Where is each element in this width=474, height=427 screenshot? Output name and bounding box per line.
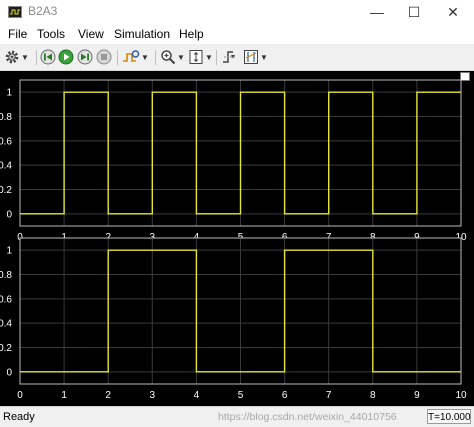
step-forward-button[interactable]: [77, 48, 93, 66]
y-tick-label: 0.2: [0, 343, 12, 354]
y-tick-label: 0.2: [0, 185, 12, 196]
chevron-down-icon: ▼: [141, 52, 149, 62]
watermark-text: https://blog.csdn.net/weixin_44010756: [218, 411, 397, 423]
chevron-down-icon: ▼: [260, 52, 268, 62]
x-tick-label: 3: [150, 390, 156, 401]
x-tick-label: 7: [326, 390, 332, 401]
highlight-signal-button[interactable]: ▼: [122, 48, 149, 66]
status-bar: Ready https://blog.csdn.net/weixin_44010…: [0, 406, 474, 427]
triggers-icon: [223, 51, 236, 63]
x-tick-label: 4: [194, 390, 200, 401]
chevron-down-icon: ▼: [21, 52, 29, 62]
step-back-icon: [40, 49, 56, 65]
y-tick-label: 0.6: [0, 136, 12, 147]
settings-button[interactable]: ▼: [4, 48, 29, 66]
highlight-signal-icon: [123, 50, 140, 62]
y-tick-label: 0.6: [0, 294, 12, 305]
cursor-measurements-icon: [244, 50, 258, 64]
y-tick-label: 0.8: [0, 112, 12, 123]
y-tick-label: 0.8: [0, 270, 12, 281]
gear-icon: [5, 50, 19, 64]
menu-bar: File Tools View Simulation Help: [0, 24, 474, 44]
menu-file[interactable]: File: [8, 27, 27, 41]
menu-simulation[interactable]: Simulation: [114, 27, 170, 41]
status-text: Ready: [3, 411, 35, 423]
scope-app-icon: [8, 6, 22, 18]
minimize-button[interactable]: —: [360, 0, 394, 24]
y-tick-label: 1: [6, 246, 12, 257]
title-bar: B2A3 — ☐ ✕: [0, 0, 474, 24]
simulation-time: T=10.000: [427, 409, 471, 424]
toolbar-separator: [117, 50, 118, 65]
autoscale-icon: [189, 50, 203, 64]
menu-tools[interactable]: Tools: [37, 27, 65, 41]
triggers-button[interactable]: [222, 48, 238, 66]
scope-plot-bottom[interactable]: 0 1 2 3 4 5 6 7 8 9 10 0 0.2 0.4 0.6 0.8 1: [0, 236, 474, 406]
maximize-button[interactable]: ☐: [397, 0, 431, 24]
step-back-button[interactable]: [40, 48, 56, 66]
y-tick-label: 0: [6, 367, 12, 378]
menu-view[interactable]: View: [78, 27, 104, 41]
y-tick-label: 0.4: [0, 319, 12, 330]
x-tick-label: 10: [455, 390, 467, 401]
scope-plot-top[interactable]: 0 1 2 3 4 5 6 7 8 9 1000.20.40.60.81: [0, 78, 474, 244]
y-tick-label: 1: [6, 88, 12, 99]
stop-button[interactable]: [96, 48, 112, 66]
close-button[interactable]: ✕: [436, 0, 470, 24]
x-tick-label: 8: [370, 390, 376, 401]
stop-icon: [96, 49, 112, 65]
x-tick-label: 1: [61, 390, 67, 401]
menu-help[interactable]: Help: [179, 27, 204, 41]
x-tick-label: 2: [105, 390, 111, 401]
step-forward-icon: [77, 49, 93, 65]
window-title: B2A3: [28, 4, 58, 18]
chevron-down-icon: ▼: [205, 52, 213, 62]
cursor-measurements-button[interactable]: ▼: [243, 48, 268, 66]
x-tick-label: 0: [17, 390, 23, 401]
run-button[interactable]: [58, 48, 74, 66]
chevron-down-icon: ▼: [177, 52, 185, 62]
zoom-button[interactable]: ▼: [160, 48, 185, 66]
run-icon: [58, 49, 74, 65]
toolbar-separator: [36, 50, 37, 65]
toolbar-separator: [216, 50, 217, 65]
y-tick-label: 0.4: [0, 161, 12, 172]
zoom-icon: [161, 50, 176, 65]
y-tick-label: 0: [6, 209, 12, 220]
x-tick-label: 5: [238, 390, 244, 401]
autoscale-button[interactable]: ▼: [188, 48, 213, 66]
x-tick-label: 9: [414, 390, 420, 401]
toolbar: ▼ ▼ ▼ ▼ ▼: [0, 44, 474, 71]
x-tick-label: 6: [282, 390, 288, 401]
toolbar-separator: [155, 50, 156, 65]
